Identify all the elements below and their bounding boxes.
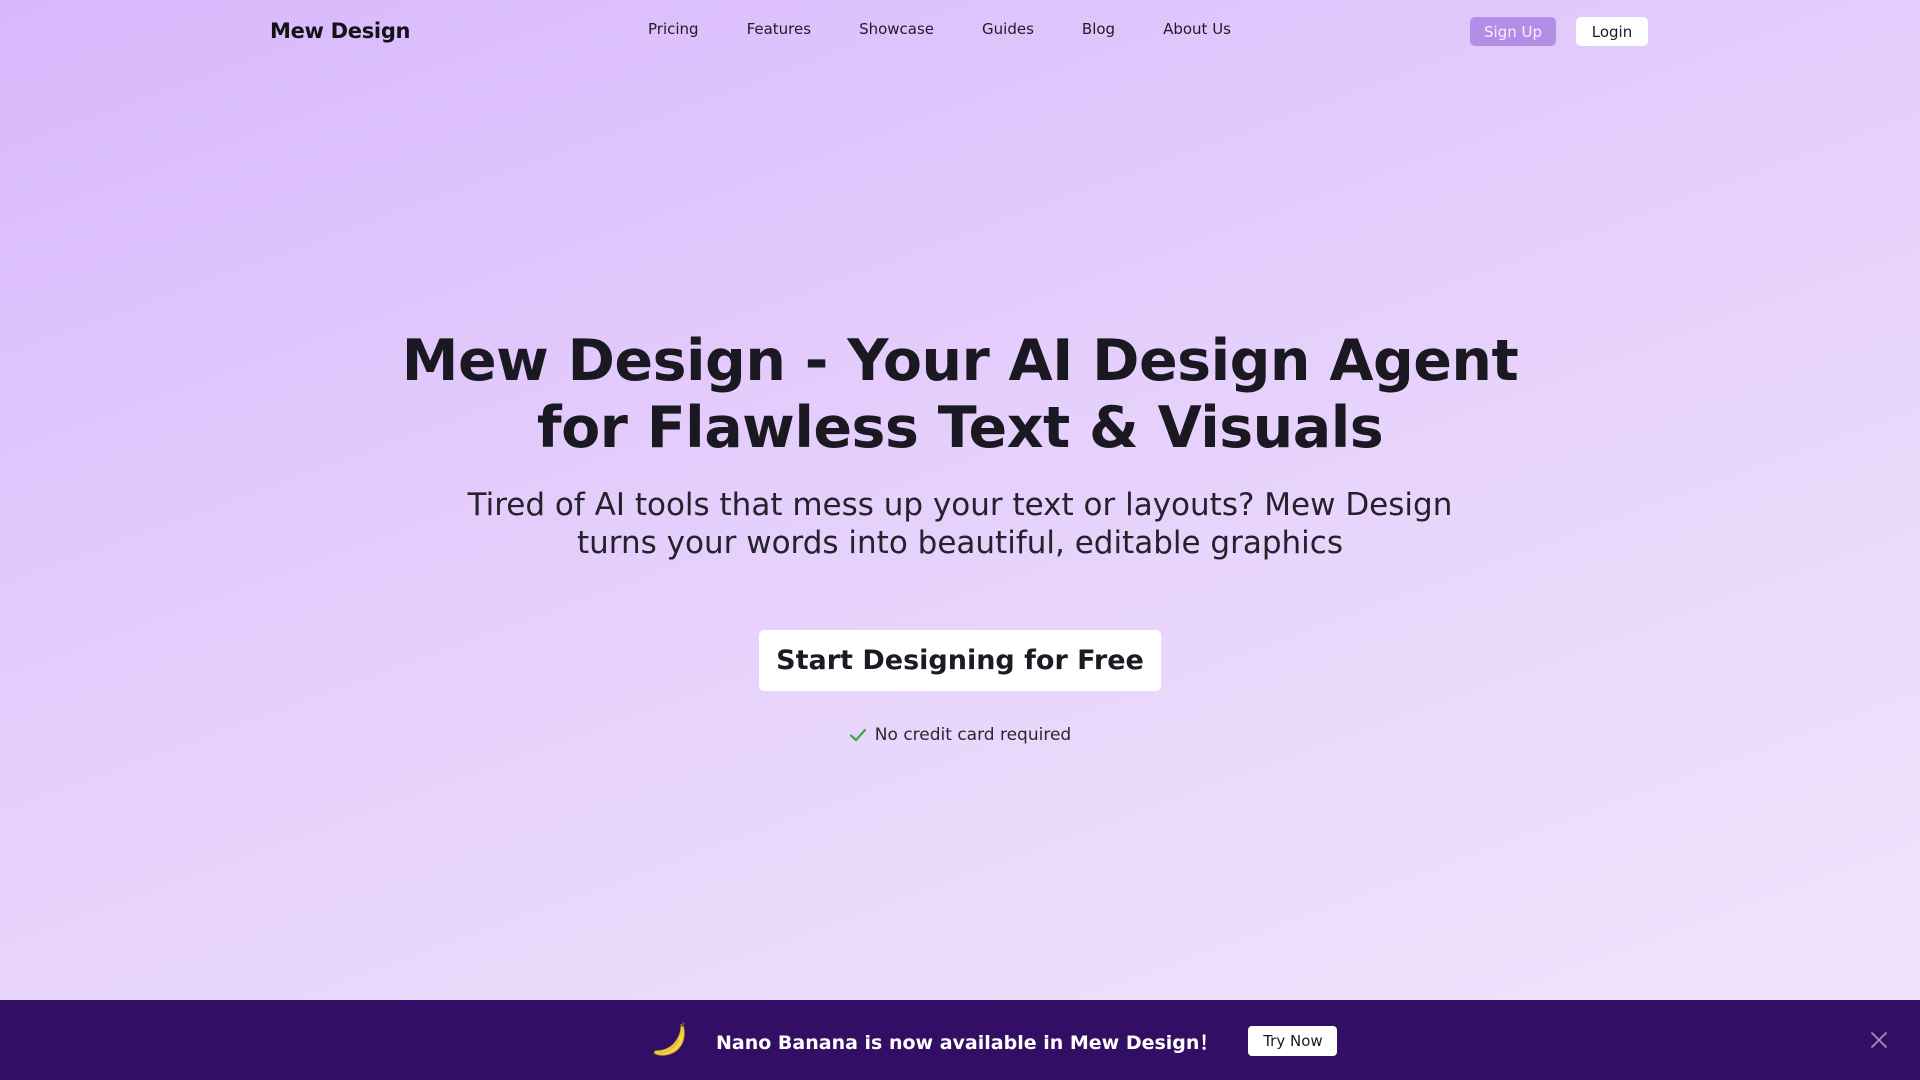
sign-up-button[interactable]: Sign Up bbox=[1470, 17, 1556, 46]
nav-link-features[interactable]: Features bbox=[747, 20, 812, 42]
nav-link-pricing[interactable]: Pricing bbox=[648, 20, 699, 42]
nav-link-blog[interactable]: Blog bbox=[1082, 20, 1115, 42]
hero-title: Mew Design - Your AI Design Agent for Fl… bbox=[360, 328, 1560, 462]
hero-subtitle-line-1: Tired of AI tools that mess up your text… bbox=[467, 487, 1453, 523]
banana-icon bbox=[652, 1022, 685, 1056]
no-credit-card-note: No credit card required bbox=[0, 724, 1920, 746]
announcement-banner: Nano Banana is now available in Mew Desi… bbox=[0, 1000, 1920, 1080]
hero-subtitle-line-2: turns your words into beautiful, editabl… bbox=[577, 525, 1343, 561]
hero-subtitle: Tired of AI tools that mess up your text… bbox=[360, 486, 1560, 562]
checkmark-icon bbox=[849, 728, 866, 742]
nav-link-about-us[interactable]: About Us bbox=[1163, 20, 1231, 42]
login-button[interactable]: Login bbox=[1576, 17, 1648, 46]
main-nav: Pricing Features Showcase Guides Blog Ab… bbox=[648, 20, 1231, 42]
close-icon[interactable] bbox=[1870, 1031, 1888, 1049]
banner-content: Nano Banana is now available in Mew Desi… bbox=[648, 1018, 1338, 1064]
nav-link-showcase[interactable]: Showcase bbox=[859, 20, 934, 42]
logo[interactable]: Mew Design bbox=[270, 19, 411, 43]
site-header: Mew Design Pricing Features Showcase Gui… bbox=[0, 0, 1920, 62]
hero-title-line-2: for Flawless Text & Visuals bbox=[536, 395, 1384, 461]
try-now-button[interactable]: Try Now bbox=[1248, 1026, 1338, 1056]
nav-link-guides[interactable]: Guides bbox=[982, 20, 1034, 42]
banner-text: Nano Banana is now available in Mew Desi… bbox=[716, 1031, 1219, 1054]
start-designing-button[interactable]: Start Designing for Free bbox=[759, 630, 1161, 691]
no-credit-card-text: No credit card required bbox=[874, 725, 1072, 745]
hero-title-line-1: Mew Design - Your AI Design Agent bbox=[401, 328, 1519, 394]
